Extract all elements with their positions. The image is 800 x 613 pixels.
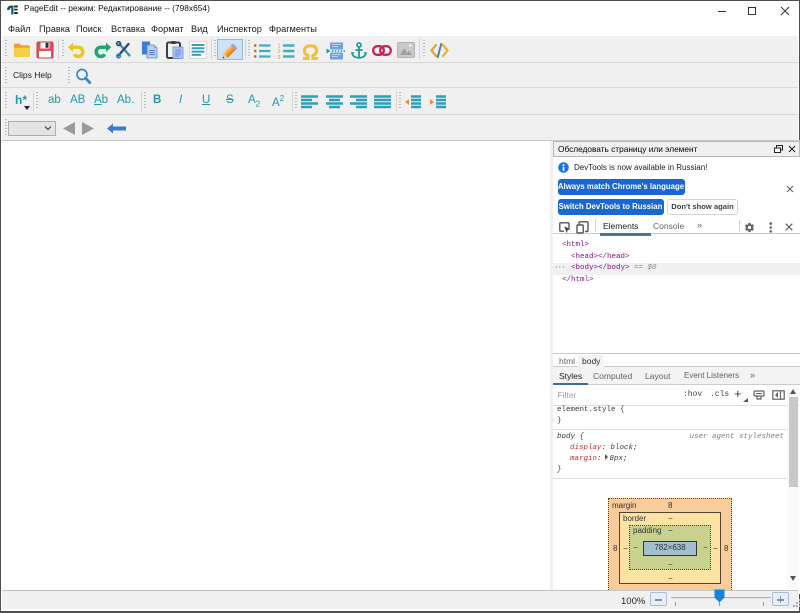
svg-text:3: 3 [278,55,281,59]
